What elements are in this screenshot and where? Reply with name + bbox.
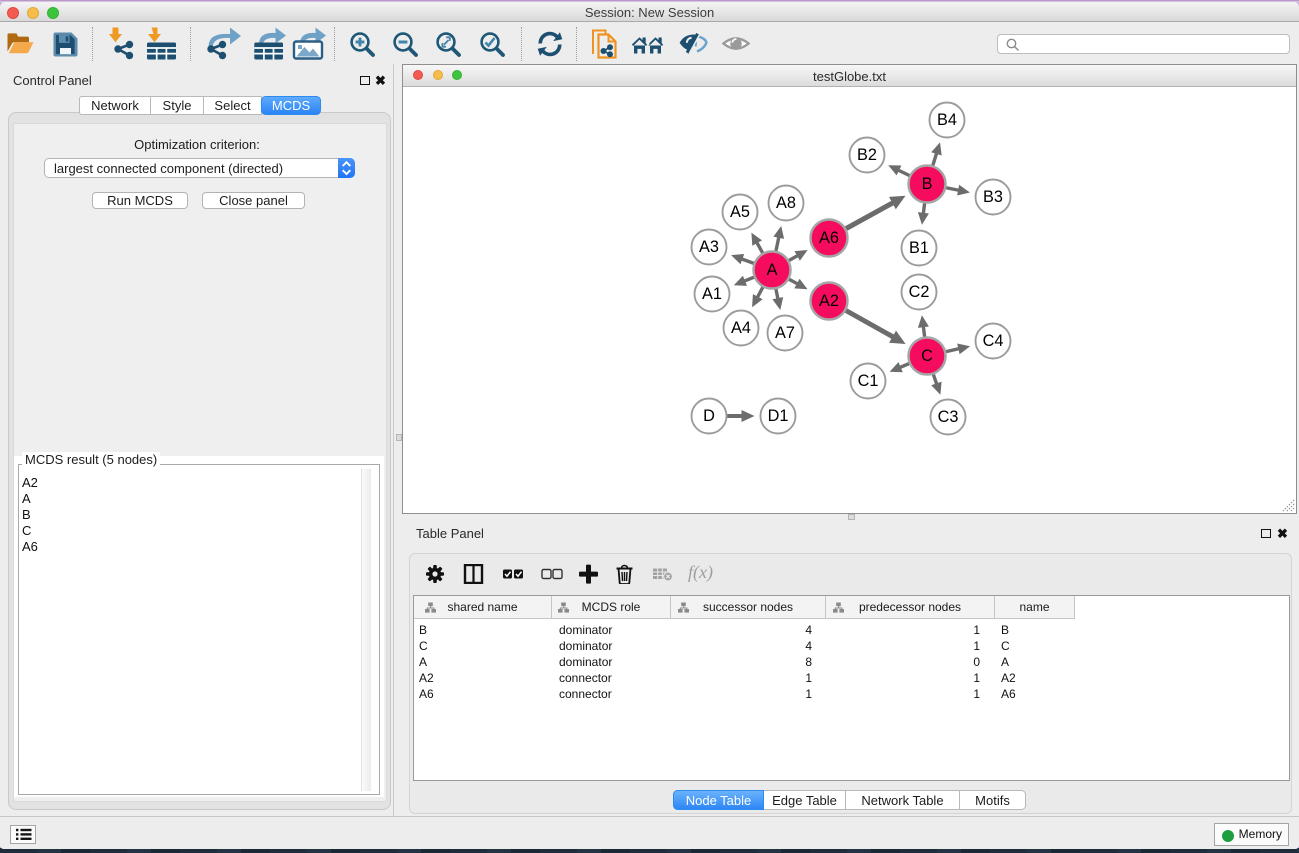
svg-text:A: A bbox=[767, 261, 778, 279]
svg-text:C1: C1 bbox=[858, 372, 879, 390]
svg-text:A8: A8 bbox=[776, 194, 796, 212]
svg-text:C: C bbox=[921, 347, 933, 365]
svg-text:A4: A4 bbox=[731, 319, 751, 337]
svg-text:C3: C3 bbox=[938, 408, 959, 426]
svg-text:B2: B2 bbox=[857, 146, 877, 164]
svg-text:A2: A2 bbox=[819, 292, 839, 310]
svg-text:B3: B3 bbox=[983, 188, 1003, 206]
svg-text:D1: D1 bbox=[768, 407, 789, 425]
svg-text:A6: A6 bbox=[819, 229, 839, 247]
svg-text:A1: A1 bbox=[702, 285, 722, 303]
svg-text:A7: A7 bbox=[775, 324, 795, 342]
svg-text:C2: C2 bbox=[909, 283, 930, 301]
svg-text:B4: B4 bbox=[937, 111, 957, 129]
svg-text:B1: B1 bbox=[909, 239, 929, 257]
svg-text:B: B bbox=[922, 175, 933, 193]
svg-text:D: D bbox=[703, 407, 715, 425]
svg-text:A3: A3 bbox=[699, 238, 719, 256]
svg-text:C4: C4 bbox=[983, 332, 1004, 350]
svg-text:A5: A5 bbox=[730, 203, 750, 221]
